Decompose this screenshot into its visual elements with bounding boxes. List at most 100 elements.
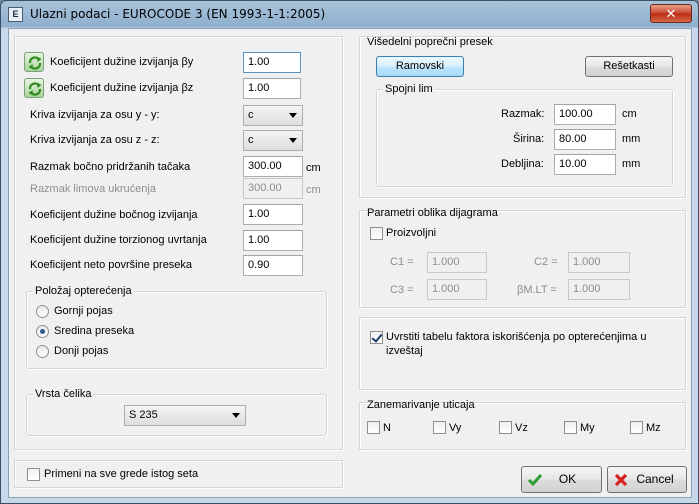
load-position-legend: Položaj opterećenja xyxy=(33,285,134,297)
lateral-spacing-label: Razmak bočno pridržanih tačaka xyxy=(30,161,191,173)
lateral-spacing-input[interactable]: 300.00 xyxy=(243,156,303,177)
plate-thickness-label: Debljina: xyxy=(501,158,544,170)
curve-y-label: Kriva izvijanja za osu y - y: xyxy=(30,109,160,121)
plate-width-label: Širina: xyxy=(513,133,545,145)
connecting-plate-legend: Spojni lim xyxy=(383,83,435,95)
cancel-button[interactable]: Cancel xyxy=(607,466,687,493)
plate-spacing-input[interactable]: 100.00 xyxy=(554,104,616,125)
ky-input[interactable]: 1.00 xyxy=(243,52,301,73)
multi-section-legend: Višedelni poprečni presek xyxy=(367,36,493,48)
frame-button[interactable]: Ramovski xyxy=(376,56,464,77)
refresh-kz-button[interactable] xyxy=(24,78,44,98)
steel-type-value: S 235 xyxy=(129,409,158,421)
dialog-client-area: Koeficijent dužine izvijanja βy 1.00 Koe… xyxy=(8,28,692,498)
apply-all-panel: Primeni na sve grede istog seta xyxy=(14,460,343,488)
load-position-group: Položaj opterećenja Gornji pojas Sredina… xyxy=(26,285,327,369)
neglect-mz-label[interactable]: Mz xyxy=(646,422,661,434)
c1-input: 1.000 xyxy=(427,252,487,273)
neglect-vz-label[interactable]: Vz xyxy=(515,422,528,434)
neglect-vz-checkbox[interactable] xyxy=(499,421,512,434)
stiffener-spacing-input: 300.00 xyxy=(243,178,303,199)
connecting-plate-group: Spojni lim Razmak: 100.00 cm Širina: 80.… xyxy=(376,83,673,187)
lateral-buckling-label: Koeficijent dužine bočnog izvijanja xyxy=(30,209,198,221)
torsional-label: Koeficijent dužine torzionog uvrtanja xyxy=(30,234,207,246)
c2-input: 1.000 xyxy=(568,252,630,273)
neglect-effects-panel: Zanemarivanje uticaja N Vy Vz My Mz xyxy=(359,399,686,450)
neglect-vy-checkbox[interactable] xyxy=(433,421,446,434)
curve-y-select[interactable]: c xyxy=(243,105,303,126)
report-label-line1[interactable]: Uvrstiti tabelu faktora iskorišćenja po … xyxy=(386,331,646,343)
neglect-my-label[interactable]: My xyxy=(580,422,595,434)
checkmark-icon xyxy=(527,474,543,487)
neglect-mz-checkbox[interactable] xyxy=(630,421,643,434)
bmlt-input: 1.000 xyxy=(568,279,630,300)
radio-donji-pojas[interactable] xyxy=(36,345,49,358)
c2-label: C2 = xyxy=(534,256,558,268)
radio-gornji-pojas[interactable] xyxy=(36,305,49,318)
refresh-icon xyxy=(28,56,42,70)
plate-width-input[interactable]: 80.00 xyxy=(554,129,616,150)
neglect-n-checkbox[interactable] xyxy=(367,421,380,434)
lateral-spacing-unit: cm xyxy=(306,162,321,174)
ky-label: Koeficijent dužine izvijanja βy xyxy=(50,56,194,68)
custom-diagram-label[interactable]: Proizvoljni xyxy=(386,227,436,239)
kz-input[interactable]: 1.00 xyxy=(243,78,301,99)
curve-z-select[interactable]: c xyxy=(243,130,303,151)
report-checkbox[interactable] xyxy=(370,331,383,344)
net-area-input[interactable]: 0.90 xyxy=(243,255,303,276)
neglect-my-checkbox[interactable] xyxy=(564,421,577,434)
report-label-line2[interactable]: izveštaj xyxy=(386,345,423,357)
kz-label: Koeficijent dužine izvijanja βz xyxy=(50,82,194,94)
apply-all-label[interactable]: Primeni na sve grede istog seta xyxy=(44,468,198,480)
chevron-down-icon xyxy=(232,413,240,418)
close-button[interactable]: ✕ xyxy=(650,4,692,23)
plate-thickness-unit: mm xyxy=(622,158,641,170)
c3-label: C3 = xyxy=(390,284,414,296)
neglect-legend: Zanemarivanje uticaja xyxy=(367,399,475,411)
dialog-window: E Ulazni podaci - EUROCODE 3 (EN 1993-1-… xyxy=(0,0,699,504)
radio-sredina-preseka-label[interactable]: Sredina preseka xyxy=(54,325,134,337)
multi-section-panel: Višedelni poprečni presek Ramovski Rešet… xyxy=(359,36,686,198)
lateral-buckling-input[interactable]: 1.00 xyxy=(243,204,303,225)
net-area-label: Koeficijent neto površine preseka xyxy=(30,259,193,271)
diagram-legend: Parametri oblika dijagrama xyxy=(367,207,498,219)
plate-width-unit: mm xyxy=(622,133,641,145)
neglect-vy-label[interactable]: Vy xyxy=(449,422,461,434)
curve-y-value: c xyxy=(248,109,254,121)
plate-spacing-label: Razmak: xyxy=(501,108,545,120)
curve-z-label: Kriva izvijanja za osu z - z: xyxy=(30,134,160,146)
window-title: Ulazni podaci - EUROCODE 3 (EN 1993-1-1:… xyxy=(30,7,326,21)
torsional-input[interactable]: 1.00 xyxy=(243,230,303,251)
radio-gornji-pojas-label[interactable]: Gornji pojas xyxy=(54,305,113,317)
x-icon xyxy=(614,473,628,487)
title-bar[interactable]: E Ulazni podaci - EUROCODE 3 (EN 1993-1-… xyxy=(1,1,698,28)
steel-type-group: Vrsta čelika S 235 xyxy=(26,388,327,436)
custom-diagram-checkbox[interactable] xyxy=(370,227,383,240)
plate-spacing-unit: cm xyxy=(622,108,637,120)
c1-label: C1 = xyxy=(390,256,414,268)
radio-donji-pojas-label[interactable]: Donji pojas xyxy=(54,345,108,357)
apply-all-checkbox[interactable] xyxy=(27,468,40,481)
app-icon: E xyxy=(8,7,23,22)
report-panel: Uvrstiti tabelu faktora iskorišćenja po … xyxy=(359,317,686,390)
c3-input: 1.000 xyxy=(427,279,487,300)
stiffener-spacing-unit: cm xyxy=(306,184,321,196)
ok-label: OK xyxy=(558,472,577,486)
steel-type-select[interactable]: S 235 xyxy=(124,405,246,426)
curve-z-value: c xyxy=(248,134,254,146)
chevron-down-icon xyxy=(289,113,297,118)
plate-thickness-input[interactable]: 10.00 xyxy=(554,154,616,175)
stiffener-spacing-label: Razmak limova ukrućenja xyxy=(30,183,156,195)
diagram-parameters-panel: Parametri oblika dijagrama Proizvoljni C… xyxy=(359,207,686,308)
steel-type-legend: Vrsta čelika xyxy=(33,388,94,400)
ok-button[interactable]: OK xyxy=(521,466,602,493)
neglect-n-label[interactable]: N xyxy=(383,422,391,434)
refresh-icon xyxy=(28,82,42,96)
left-parameters-panel: Koeficijent dužine izvijanja βy 1.00 Koe… xyxy=(14,36,343,450)
lattice-button[interactable]: Rešetkasti xyxy=(585,56,673,77)
bmlt-label: βM.LT = xyxy=(517,284,557,296)
refresh-ky-button[interactable] xyxy=(24,52,44,72)
radio-sredina-preseka[interactable] xyxy=(36,325,49,338)
cancel-label: Cancel xyxy=(636,472,674,486)
chevron-down-icon xyxy=(289,138,297,143)
